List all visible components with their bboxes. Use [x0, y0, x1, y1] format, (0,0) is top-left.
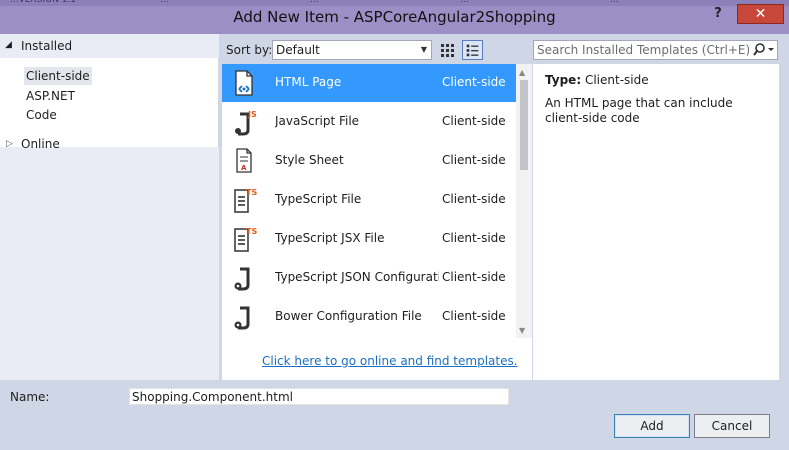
template-details-pane: Type: Client-side An HTML page that can … — [533, 64, 779, 380]
close-button[interactable]: ✕ — [737, 4, 784, 24]
background-tab-text: ... — [310, 0, 319, 5]
title-bar[interactable]: ...VERSION 1.1............ Add New Item … — [0, 0, 789, 34]
close-icon: ✕ — [754, 6, 767, 22]
svg-text:JS: JS — [247, 110, 257, 119]
tree-item-code[interactable]: Code — [24, 106, 59, 124]
svg-text:TS: TS — [246, 188, 257, 197]
small-icons-view-icon[interactable] — [437, 40, 458, 60]
tree-node-installed[interactable]: ◢ Installed — [0, 34, 219, 58]
collapsed-arrow-icon[interactable]: ▷ — [6, 135, 13, 153]
javascript-file-icon: JS — [235, 110, 257, 136]
template-name: TypeScript File — [275, 192, 362, 206]
scroll-up-arrow-icon[interactable]: ▲ — [519, 68, 525, 77]
template-name: TypeScript JSX File — [275, 231, 385, 245]
template-row-style-sheet[interactable]: A Style Sheet Client-side — [222, 142, 516, 180]
template-row-bower-config[interactable]: Bower Configuration File Client-side — [222, 298, 516, 336]
style-sheet-icon: A — [236, 148, 252, 173]
template-name: Style Sheet — [275, 153, 344, 167]
tree-item-client-side[interactable]: Client-side — [24, 67, 92, 85]
template-type: Client-side — [442, 192, 506, 206]
name-label: Name: — [10, 390, 50, 404]
bower-config-icon — [234, 306, 250, 330]
template-type: Client-side — [442, 309, 506, 323]
details-type-label: Type: — [545, 73, 582, 87]
tree-node-online-label: Online — [21, 137, 60, 151]
template-row-html-page[interactable]: HTML Page Client-side — [222, 64, 516, 102]
background-tab-text: ... — [460, 0, 469, 5]
cancel-button[interactable]: Cancel — [694, 414, 770, 438]
tree-lower-area — [0, 147, 219, 380]
scrollbar-thumb[interactable] — [520, 80, 528, 170]
category-tree: ◢ Installed Client-side ASP.NET Code ▷ O… — [0, 34, 219, 380]
name-input[interactable] — [129, 388, 509, 405]
search-box[interactable] — [533, 40, 778, 60]
template-list-scrollbar[interactable]: ▲ ▼ — [516, 64, 532, 338]
scroll-down-arrow-icon[interactable]: ▼ — [519, 326, 525, 335]
typescript-jsx-file-icon: TS — [234, 227, 257, 252]
svg-text:A: A — [241, 164, 247, 172]
typescript-json-config-icon — [234, 267, 250, 291]
add-button[interactable]: Add — [614, 414, 690, 438]
html-page-icon — [235, 70, 253, 96]
dialog-body: ◢ Installed Client-side ASP.NET Code ▷ O… — [0, 34, 789, 450]
template-type: Client-side — [442, 270, 506, 284]
template-name: JavaScript File — [275, 114, 360, 128]
sort-by-dropdown[interactable]: Default ▼ — [272, 40, 432, 60]
dropdown-arrow-icon: ▼ — [420, 45, 427, 54]
typescript-file-icon: TS — [234, 188, 257, 213]
template-row-javascript-file[interactable]: JS JavaScript File Client-side — [222, 103, 516, 141]
template-type: Client-side — [442, 75, 506, 89]
template-row-typescript-file[interactable]: TS TypeScript File Client-side — [222, 181, 516, 219]
tree-item-aspnet[interactable]: ASP.NET — [24, 87, 77, 105]
search-icon[interactable] — [753, 42, 775, 58]
background-tab-text: ... — [610, 0, 619, 5]
template-list: HTML Page Client-side JS JavaScript File… — [222, 64, 532, 380]
background-tab-text: ...VERSION 1.1 — [10, 0, 77, 5]
svg-text:TS: TS — [246, 227, 257, 236]
template-name: TypeScript JSON Configurati... — [275, 270, 439, 284]
find-templates-online-link[interactable]: Click here to go online and find templat… — [262, 354, 518, 368]
template-name: HTML Page — [275, 75, 342, 89]
sort-toolbar: Sort by: Default ▼ — [220, 34, 533, 64]
expanded-arrow-icon[interactable]: ◢ — [5, 40, 12, 50]
details-type-line: Type: Client-side — [545, 73, 649, 87]
sort-by-label: Sort by: — [226, 43, 273, 57]
template-type: Client-side — [442, 153, 506, 167]
medium-icons-list-view-icon[interactable] — [462, 40, 483, 60]
search-input[interactable] — [534, 41, 749, 59]
template-type: Client-side — [442, 231, 506, 245]
details-description: An HTML page that can include client-sid… — [545, 96, 733, 125]
tree-node-installed-label: Installed — [21, 39, 73, 53]
template-type: Client-side — [442, 114, 506, 128]
template-name: Bower Configuration File — [275, 309, 422, 323]
template-row-typescript-json-config[interactable]: TypeScript JSON Configurati... Client-si… — [222, 259, 516, 297]
sort-by-value: Default — [276, 43, 320, 57]
background-window-strip: ...VERSION 1.1............ — [0, 0, 789, 6]
details-type-value: Client-side — [584, 73, 649, 87]
background-tab-text: ... — [160, 0, 169, 5]
help-button[interactable]: ? — [706, 6, 730, 24]
dialog-title: Add New Item - ASPCoreAngular2Shopping — [233, 8, 556, 26]
template-row-typescript-jsx-file[interactable]: TS TypeScript JSX File Client-side — [222, 220, 516, 258]
